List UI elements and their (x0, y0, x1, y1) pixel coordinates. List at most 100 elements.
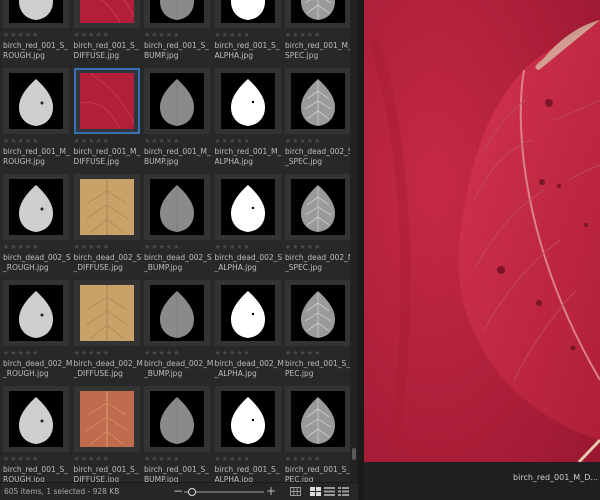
rating-stars[interactable]: ★★★★★ (3, 31, 39, 39)
thumbnail-image[interactable] (144, 174, 210, 240)
thumbnail-image[interactable] (73, 280, 140, 346)
rating-stars[interactable]: ★★★★★ (3, 455, 39, 463)
texture-preview (9, 285, 63, 341)
thumbnail-filename: birch_red_001_S_ROUGH.jpg (3, 41, 69, 60)
texture-preview (291, 179, 345, 235)
texture-preview (150, 179, 204, 235)
texture-preview (291, 0, 345, 23)
thumbnail-filename: birch_red_001_S_DIFFUSE.jpg (73, 465, 139, 482)
rating-stars[interactable]: ★★★★★ (285, 455, 321, 463)
rating-stars[interactable]: ★★★★★ (144, 31, 180, 39)
rating-stars[interactable]: ★★★★★ (285, 349, 321, 357)
thumbnail-image[interactable] (3, 0, 69, 28)
thumbnail-filename: birch_dead_002_M_SPEC.jpg (285, 253, 350, 272)
thumbnail-filename: birch_red_001_S_DIFFUSE.jpg (73, 41, 139, 60)
thumbnail-filename: birch_red_001_M_ALPHA.jpg (214, 147, 282, 166)
rating-stars[interactable]: ★★★★★ (144, 455, 180, 463)
thumbnail-filename: birch_dead_002_M_ROUGH.jpg (3, 359, 73, 378)
thumbnail-filename: birch_dead_002_S_DIFFUSE.jpg (73, 253, 142, 272)
view-thumbnails-icon[interactable] (310, 487, 321, 496)
thumbnail-image[interactable] (73, 386, 140, 452)
texture-preview (9, 179, 63, 235)
grid-scrollbar[interactable] (350, 0, 358, 482)
selection-status: 605 items, 1 selected - 928 KB (4, 487, 120, 496)
rating-stars[interactable]: ★★★★★ (215, 137, 251, 145)
thumbnail-filename: birch_red_001_S_BUMP.jpg (144, 465, 210, 482)
thumbnail-image[interactable] (214, 386, 281, 452)
thumbnail-image[interactable] (285, 386, 350, 452)
thumbnail-image[interactable] (285, 0, 350, 28)
thumbnail-filename: birch_red_001_S_SPEC.jpg (285, 465, 350, 482)
thumbnail-image[interactable] (144, 386, 210, 452)
texture-preview (291, 285, 345, 341)
preview-caption-bar: birch_red_001_M_D... (364, 462, 600, 500)
texture-preview (79, 179, 134, 235)
leaf-preview-image (364, 0, 600, 462)
thumbnail-grid[interactable]: ★★★★★ birch_red_001_S_ROUGH.jpg ★★★★★ birch… (0, 0, 350, 482)
rating-stars[interactable]: ★★★★★ (285, 243, 321, 251)
thumbnail-image[interactable] (3, 386, 69, 452)
thumbnail-image[interactable] (3, 68, 69, 134)
texture-preview (9, 0, 63, 23)
thumbnail-filename: birch_red_001_S_ROUGH.jpg (3, 465, 69, 482)
rating-stars[interactable]: ★★★★★ (215, 31, 251, 39)
view-details-icon[interactable] (324, 487, 335, 496)
thumbnail-filename: birch_red_001_S_ALPHA.jpg (214, 465, 280, 482)
thumbnail-filename: birch_red_001_S_ALPHA.jpg (214, 41, 280, 60)
rating-stars[interactable]: ★★★★★ (144, 243, 180, 251)
thumbnail-image[interactable] (73, 0, 140, 28)
rating-stars[interactable]: ★★★★★ (144, 349, 180, 357)
rating-stars[interactable]: ★★★★★ (74, 31, 110, 39)
thumbnail-image[interactable] (144, 280, 210, 346)
status-bar: 605 items, 1 selected - 928 KB − + (0, 482, 358, 500)
texture-preview (150, 285, 204, 341)
rating-stars[interactable]: ★★★★★ (74, 455, 110, 463)
rating-stars[interactable]: ★★★★★ (74, 349, 110, 357)
thumbnail-image[interactable] (214, 280, 281, 346)
zoom-in-button[interactable]: + (266, 484, 276, 498)
texture-preview (291, 391, 345, 447)
rating-stars[interactable]: ★★★★★ (74, 137, 110, 145)
rating-stars[interactable]: ★★★★★ (215, 455, 251, 463)
thumbnail-filename: birch_red_001_M_ROUGH.jpg (3, 147, 70, 166)
rating-stars[interactable]: ★★★★★ (144, 137, 180, 145)
thumbnail-filename: birch_dead_002_S_BUMP.jpg (144, 253, 212, 272)
thumbnail-image[interactable] (214, 0, 281, 28)
view-list-icon[interactable] (338, 487, 349, 496)
texture-preview (220, 391, 275, 447)
thumbnail-image[interactable] (285, 68, 350, 134)
texture-preview (9, 73, 63, 129)
thumbnail-image[interactable] (73, 68, 140, 134)
texture-preview (220, 285, 275, 341)
rating-stars[interactable]: ★★★★★ (215, 349, 251, 357)
thumbnail-image[interactable] (285, 174, 350, 240)
texture-preview (150, 0, 204, 23)
texture-preview (220, 73, 275, 129)
scrollbar-thumb[interactable] (352, 448, 356, 460)
thumbnail-filename: birch_dead_002_M_ALPHA.jpg (214, 359, 284, 378)
thumbnail-image[interactable] (285, 280, 350, 346)
thumbnail-image[interactable] (214, 68, 281, 134)
rating-stars[interactable]: ★★★★★ (3, 243, 39, 251)
thumbnail-filename: birch_dead_002_S_ALPHA.jpg (214, 253, 283, 272)
slider-knob[interactable] (188, 488, 196, 496)
texture-preview (150, 391, 204, 447)
thumbnail-size-slider[interactable] (184, 491, 264, 493)
rating-stars[interactable]: ★★★★★ (3, 137, 39, 145)
thumbnail-image[interactable] (3, 174, 69, 240)
rating-stars[interactable]: ★★★★★ (3, 349, 39, 357)
thumbnail-image[interactable] (144, 0, 210, 28)
thumbnail-image[interactable] (3, 280, 69, 346)
thumbnail-image[interactable] (73, 174, 140, 240)
rating-stars[interactable]: ★★★★★ (215, 243, 251, 251)
texture-preview (79, 73, 134, 129)
rating-stars[interactable]: ★★★★★ (74, 243, 110, 251)
thumbnail-filename: birch_red_001_M_BUMP.jpg (144, 147, 211, 166)
thumbnail-image[interactable] (144, 68, 210, 134)
rating-stars[interactable]: ★★★★★ (285, 137, 321, 145)
view-grid-icon[interactable] (290, 487, 301, 496)
rating-stars[interactable]: ★★★★★ (285, 31, 321, 39)
zoom-out-button[interactable]: − (173, 484, 183, 498)
texture-preview (220, 0, 275, 23)
thumbnail-image[interactable] (214, 174, 281, 240)
